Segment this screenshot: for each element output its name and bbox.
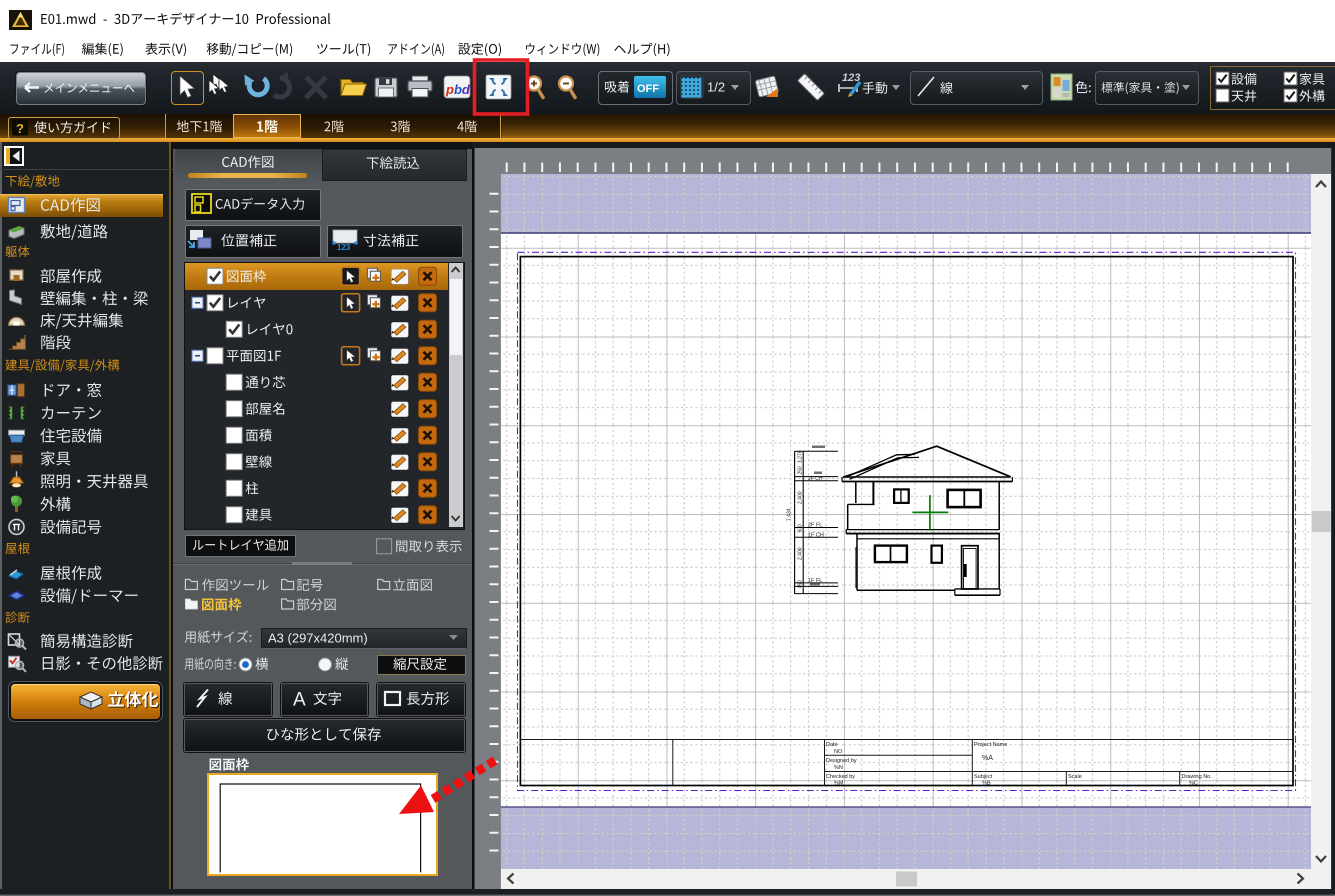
svg-text:250: 250 <box>798 466 804 475</box>
svg-text:Designed by: Designed by <box>826 758 857 764</box>
svg-text:%M: %M <box>834 781 844 787</box>
svg-text:7,434: 7,434 <box>787 508 793 521</box>
svg-text:Scale: Scale <box>1068 774 1082 780</box>
svg-text:Checked by: Checked by <box>826 774 855 780</box>
svg-text:450: 450 <box>798 580 804 589</box>
svg-text:%C: %C <box>1189 781 1198 787</box>
svg-text:Project Name: Project Name <box>974 742 1007 748</box>
svg-text:Drawing No.: Drawing No. <box>1182 774 1213 780</box>
svg-text:Date: Date <box>826 742 838 748</box>
svg-text:2,400: 2,400 <box>798 491 804 504</box>
svg-text:2,400: 2,400 <box>798 547 804 560</box>
svg-text:%N: %N <box>834 765 843 771</box>
svg-text:%A: %A <box>982 755 993 762</box>
svg-text:1,276: 1,276 <box>798 450 804 463</box>
svg-text:%B: %B <box>982 781 991 787</box>
svg-text:500: 500 <box>798 524 804 533</box>
svg-text:NO: NO <box>834 749 843 755</box>
svg-text:Subject: Subject <box>974 774 993 780</box>
